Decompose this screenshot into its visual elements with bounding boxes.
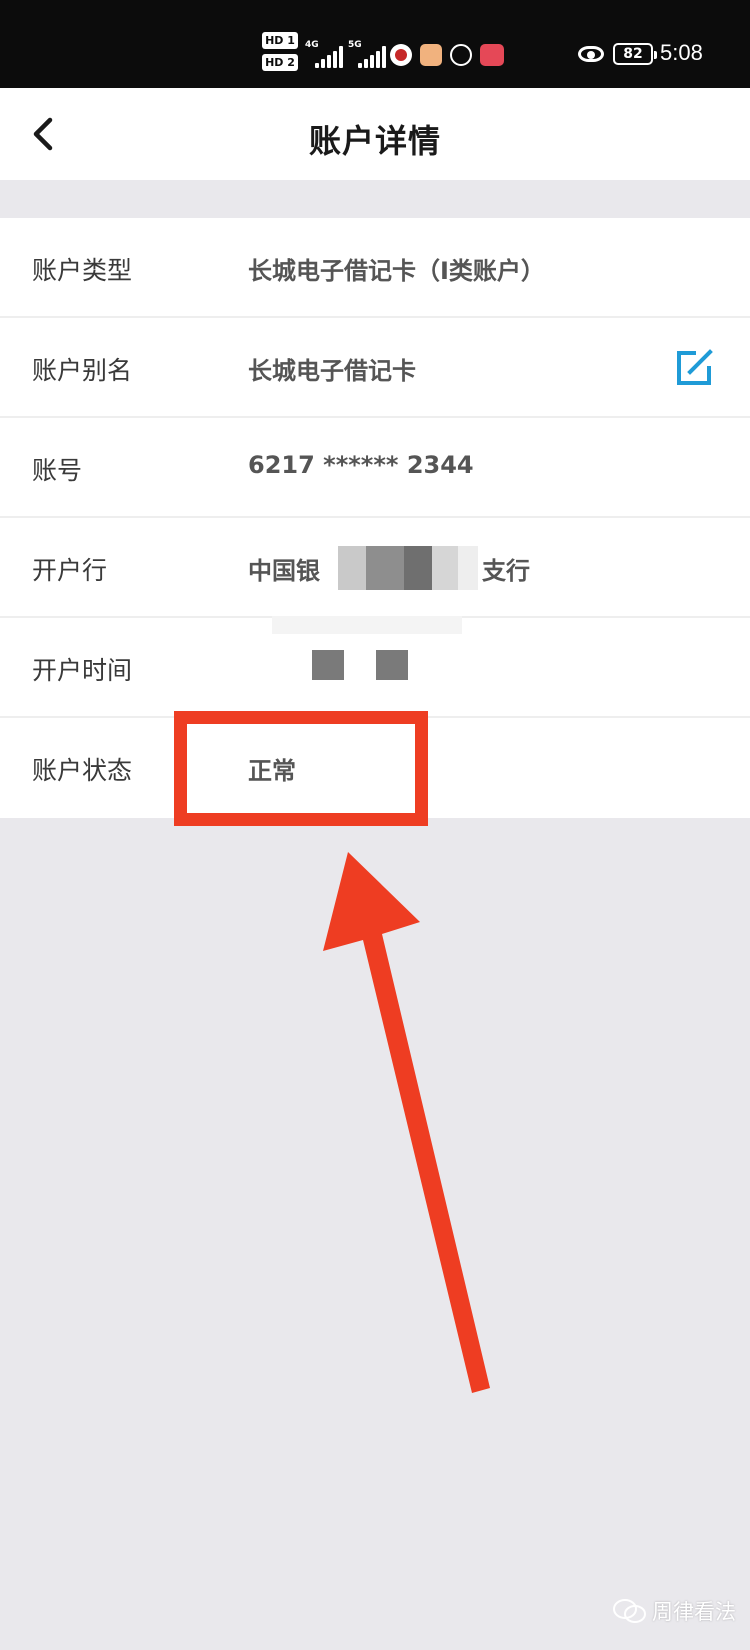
redaction-mosaic: [458, 546, 478, 590]
account-status-label: 账户状态: [32, 756, 133, 785]
redaction-mosaic: [312, 650, 344, 680]
hd-indicators: HD 1 HD 2: [262, 32, 298, 76]
account-type-label: 账户类型: [32, 256, 133, 285]
redaction-mosaic: [338, 546, 366, 590]
account-alias-value: 长城电子借记卡: [248, 357, 416, 385]
page-title: 账户详情: [308, 122, 441, 160]
clock: 5:08: [660, 40, 703, 65]
row-account-type: 账户类型 长城电子借记卡（I类账户）: [0, 218, 750, 318]
opening-date-label: 开户时间: [32, 656, 133, 685]
account-number-label: 账号: [32, 456, 83, 485]
opening-bank-value-suffix: 支行: [482, 557, 530, 585]
redaction-mosaic: [272, 616, 462, 634]
globe-notification-icon: [450, 44, 472, 66]
account-number-value: 6217 ****** 2344: [248, 451, 474, 479]
status-bar: HD 1 HD 2 4G 5G 82 5:08: [0, 0, 750, 88]
redaction-mosaic: [366, 546, 404, 590]
app-notification-icon: [480, 44, 504, 66]
account-type-value: 长城电子借记卡（I类账户）: [248, 257, 545, 285]
opening-bank-label: 开户行: [32, 556, 108, 585]
edit-alias-button[interactable]: [672, 346, 716, 390]
redaction-mosaic: [432, 546, 458, 590]
navigation-bar: 账户详情: [0, 88, 750, 180]
row-opening-date: 开户时间: [0, 616, 750, 718]
hd1-badge: HD 1: [262, 32, 298, 49]
opening-bank-value-prefix: 中国银: [248, 557, 320, 585]
row-opening-bank: 开户行 中国银 支行: [0, 518, 750, 618]
redaction-mosaic: [376, 650, 408, 680]
hd2-badge: HD 2: [262, 54, 298, 71]
wechat-logo-icon: [613, 1599, 646, 1623]
row-account-alias: 账户别名 长城电子借记卡: [0, 318, 750, 418]
edit-icon: [677, 349, 713, 385]
account-details-screen: HD 1 HD 2 4G 5G 82 5:08 账户详情 账户类型 长城电子借记…: [0, 0, 750, 1650]
eye-comfort-icon: [578, 46, 604, 62]
battery-icon: 82: [613, 43, 657, 65]
redaction-mosaic: [404, 546, 432, 590]
app-notification-icon: [390, 44, 412, 66]
message-notification-icon: [420, 44, 442, 66]
watermark-text: 周律看法: [652, 1600, 736, 1624]
row-account-number: 账号 6217 ****** 2344: [0, 418, 750, 518]
account-alias-label: 账户别名: [32, 356, 133, 385]
annotation-highlight-box: [174, 711, 428, 826]
